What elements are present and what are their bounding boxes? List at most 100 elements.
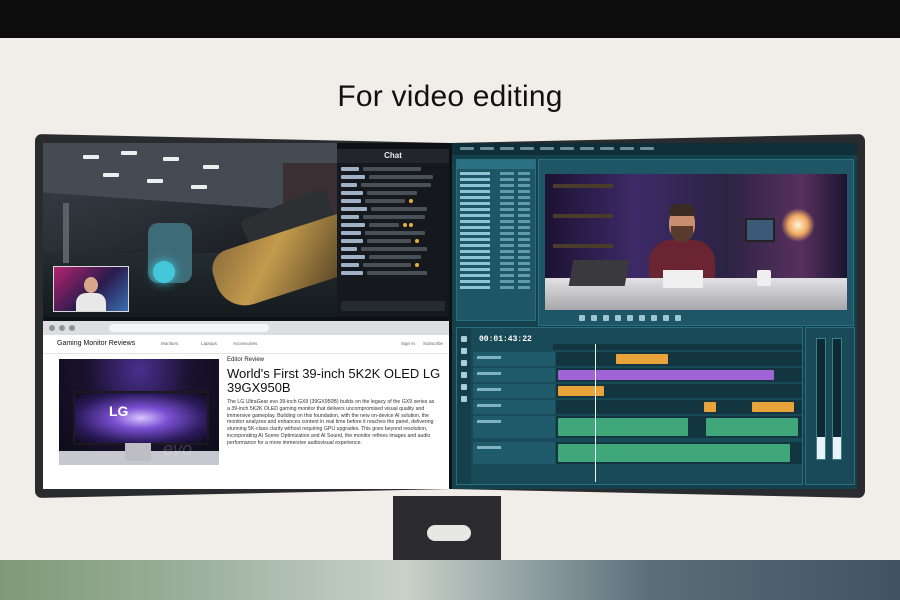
- mark-out-icon[interactable]: [591, 315, 597, 321]
- chat-input[interactable]: [341, 301, 445, 311]
- track-header[interactable]: [473, 368, 555, 382]
- pen-tool-icon[interactable]: [461, 396, 467, 402]
- chat-message: [341, 191, 445, 195]
- timeline-timecode[interactable]: 00:01:43:22: [479, 335, 532, 344]
- project-item[interactable]: [460, 256, 532, 259]
- insert-icon[interactable]: [639, 315, 645, 321]
- project-item[interactable]: [460, 226, 532, 229]
- project-item[interactable]: [460, 190, 532, 193]
- browser-back-icon[interactable]: [49, 325, 55, 331]
- project-item[interactable]: [460, 250, 532, 253]
- export-frame-icon[interactable]: [663, 315, 669, 321]
- browser-address-bar[interactable]: [109, 324, 269, 332]
- button-editor-icon[interactable]: [675, 315, 681, 321]
- nav-link-monitors[interactable]: Monitors: [161, 341, 178, 346]
- timeline-clip[interactable]: [616, 354, 668, 364]
- project-item[interactable]: [460, 220, 532, 223]
- nav-subscribe[interactable]: Subscribe: [423, 341, 443, 346]
- timeline-clip[interactable]: [752, 402, 794, 412]
- project-item[interactable]: [460, 238, 532, 241]
- project-item[interactable]: [460, 286, 532, 289]
- site-name[interactable]: Gaming Monitor Reviews: [57, 340, 135, 347]
- video-track[interactable]: [473, 352, 802, 366]
- timeline-playhead[interactable]: [595, 344, 596, 482]
- play-icon[interactable]: [615, 315, 621, 321]
- ripple-edit-icon[interactable]: [461, 360, 467, 366]
- menu-item[interactable]: [620, 147, 634, 150]
- menu-item[interactable]: [540, 147, 554, 150]
- video-track[interactable]: [473, 400, 802, 414]
- video-track[interactable]: [473, 384, 802, 398]
- selection-tool-icon[interactable]: [461, 336, 467, 342]
- nav-link-accessories[interactable]: Accessories: [233, 341, 257, 346]
- project-item[interactable]: [460, 172, 532, 175]
- menu-item[interactable]: [500, 147, 514, 150]
- chat-message: [341, 223, 445, 227]
- project-item[interactable]: [460, 196, 532, 199]
- timeline-clip[interactable]: [704, 402, 716, 412]
- chat-message: [341, 231, 445, 235]
- audio-track[interactable]: [473, 416, 802, 438]
- slip-tool-icon[interactable]: [461, 384, 467, 390]
- ceiling-light: [121, 151, 137, 155]
- project-item[interactable]: [460, 244, 532, 247]
- menu-item[interactable]: [580, 147, 594, 150]
- timeline-clip[interactable]: [558, 370, 774, 380]
- project-item[interactable]: [460, 184, 532, 187]
- page-title: For video editing: [337, 80, 563, 113]
- browser-reload-icon[interactable]: [69, 325, 75, 331]
- mark-in-icon[interactable]: [579, 315, 585, 321]
- chat-message: [341, 247, 445, 251]
- step-back-icon[interactable]: [603, 315, 609, 321]
- ceiling-light: [147, 179, 163, 183]
- timeline-ruler[interactable]: [553, 344, 802, 350]
- menu-item[interactable]: [480, 147, 494, 150]
- chat-message: [341, 207, 445, 211]
- project-item[interactable]: [460, 268, 532, 271]
- audio-clip[interactable]: [558, 444, 790, 462]
- overwrite-icon[interactable]: [651, 315, 657, 321]
- project-item[interactable]: [460, 178, 532, 181]
- project-item[interactable]: [460, 280, 532, 283]
- track-header[interactable]: [473, 352, 555, 366]
- track-header[interactable]: [473, 416, 555, 438]
- razor-tool-icon[interactable]: [461, 372, 467, 378]
- project-item[interactable]: [460, 262, 532, 265]
- program-video-frame[interactable]: [545, 174, 847, 310]
- menu-item[interactable]: [460, 147, 474, 150]
- article-hero-image: LG evo: [59, 359, 219, 465]
- chat-title: Chat: [337, 149, 449, 163]
- audio-track[interactable]: [473, 442, 802, 464]
- menu-item[interactable]: [520, 147, 534, 150]
- menu-item[interactable]: [560, 147, 574, 150]
- audio-meters-panel: [805, 327, 855, 485]
- video-track[interactable]: [473, 368, 802, 382]
- nav-sign-in[interactable]: Sign In: [401, 341, 415, 346]
- project-item[interactable]: [460, 232, 532, 235]
- menu-item[interactable]: [640, 147, 654, 150]
- audio-clip[interactable]: [706, 418, 798, 436]
- track-header[interactable]: [473, 442, 555, 464]
- project-item[interactable]: [460, 208, 532, 211]
- article-title: World's First 39-inch 5K2K OLED LG 39GX9…: [227, 366, 441, 395]
- project-item[interactable]: [460, 202, 532, 205]
- step-forward-icon[interactable]: [627, 315, 633, 321]
- browser-window: Gaming Monitor Reviews Monitors Laptops …: [43, 321, 449, 489]
- chat-message: [341, 263, 445, 267]
- menu-item[interactable]: [600, 147, 614, 150]
- project-item[interactable]: [460, 214, 532, 217]
- video-laptop: [568, 260, 630, 286]
- audio-clip[interactable]: [558, 418, 688, 436]
- game-stream-view[interactable]: [43, 143, 337, 317]
- nav-link-laptops[interactable]: Laptops: [201, 341, 217, 346]
- track-header[interactable]: [473, 384, 555, 398]
- chat-message: [341, 239, 445, 243]
- browser-toolbar: [43, 321, 449, 335]
- timeline-clip[interactable]: [558, 386, 604, 396]
- browser-forward-icon[interactable]: [59, 325, 65, 331]
- track-header[interactable]: [473, 400, 555, 414]
- project-panel: [456, 159, 536, 321]
- track-select-icon[interactable]: [461, 348, 467, 354]
- project-item[interactable]: [460, 274, 532, 277]
- chat-message: [341, 271, 445, 275]
